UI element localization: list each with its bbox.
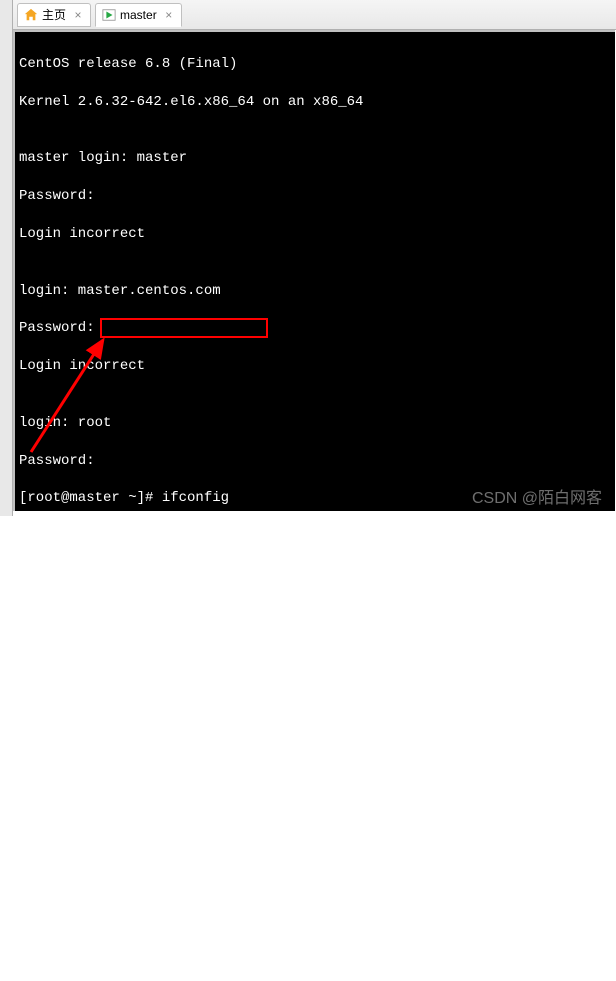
close-icon[interactable]: × — [72, 9, 84, 21]
tab-bar: 主页 × master × — [13, 0, 616, 30]
terminal-line: login: master.centos.com — [19, 282, 611, 301]
watermark: CSDN @陌白网客 — [472, 484, 602, 508]
terminal-line: Login incorrect — [19, 225, 611, 244]
terminal-output[interactable]: CentOS release 6.8 (Final) Kernel 2.6.32… — [13, 30, 615, 511]
terminal-line: RX packets:0 errors:0 dropped:0 overruns… — [19, 678, 611, 697]
terminal-line: CentOS release 6.8 (Final) — [19, 55, 611, 74]
content-area: 主页 × master × CentOS release 6.8 (Final)… — [13, 0, 616, 516]
arrow-annotation — [21, 332, 121, 462]
left-sidebar — [0, 0, 13, 516]
terminal-line: RX bytes:0 (0.0 b) TX bytes:0 (0.0 b) — [19, 792, 611, 811]
tab-home[interactable]: 主页 × — [17, 3, 91, 27]
terminal-line: master login: master — [19, 149, 611, 168]
close-icon[interactable]: × — [163, 9, 175, 21]
terminal-line: Kernel 2.6.32-642.el6.x86_64 on an x86_6… — [19, 93, 611, 112]
tab-master-label: master — [120, 8, 157, 22]
terminal-line: [root@master ~]# — [19, 848, 611, 867]
terminal-line: collisions:0 txqueuelen:0 — [19, 754, 611, 773]
terminal-line: Password: — [19, 187, 611, 206]
terminal-line: Password: — [19, 319, 611, 338]
terminal-line: login: root — [19, 414, 611, 433]
terminal-line: UP LOOPBACK RUNNING MTU:65536 Metric:1 — [19, 641, 611, 660]
home-icon — [24, 8, 38, 22]
terminal-line: TX packets:0 errors:0 dropped:0 overruns… — [19, 716, 611, 735]
terminal-line: Login incorrect — [19, 357, 611, 376]
tab-home-label: 主页 — [42, 6, 66, 23]
terminal-line: inet addr:127.0.0.1 Mask:255.0.0.0 — [19, 565, 611, 584]
terminal-line: lo Link encap:Local Loopback — [19, 527, 611, 546]
terminal-line: inet6 addr: ::1/128 Scope:Host — [19, 603, 611, 622]
play-icon — [102, 8, 116, 22]
tab-master[interactable]: master × — [95, 3, 182, 27]
terminal-line: Password: — [19, 452, 611, 471]
